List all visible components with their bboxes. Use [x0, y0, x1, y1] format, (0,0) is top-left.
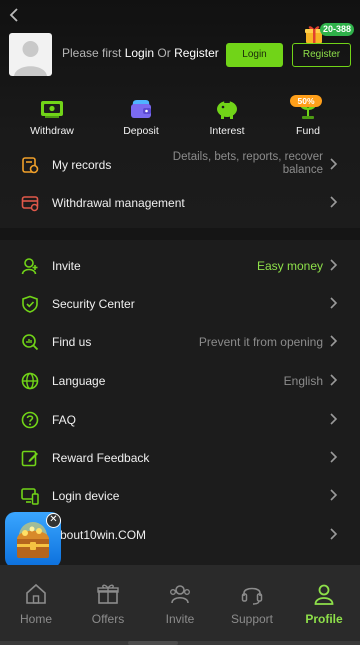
- chevron-right-icon: [329, 488, 339, 502]
- menu-item-label: Withdrawal management: [52, 196, 185, 210]
- login-prompt: Please first Login Or Register: [62, 46, 219, 60]
- tab-offers[interactable]: Offers: [72, 582, 144, 626]
- gift-badge: 20-388: [320, 23, 355, 36]
- withdraw-label: Withdraw: [30, 125, 74, 137]
- treasure-promo-widget[interactable]: ✕: [5, 512, 63, 570]
- tab-label: Offers: [91, 612, 125, 626]
- menu-item-value: English: [283, 374, 323, 388]
- deposit-action[interactable]: Deposit: [106, 98, 176, 137]
- chevron-right-icon: [329, 334, 339, 348]
- avatar[interactable]: [9, 33, 52, 76]
- menu-item-invite[interactable]: Invite Easy money: [0, 247, 360, 285]
- menu-item-label: Reward Feedback: [52, 451, 150, 465]
- withdraw-action[interactable]: Withdraw: [17, 98, 87, 137]
- menu-item-label: Security Center: [52, 297, 135, 311]
- interest-action[interactable]: Interest: [192, 98, 262, 137]
- menu-item-find-us[interactable]: Find us Prevent it from opening: [0, 323, 360, 361]
- menu-item-label: Language: [52, 374, 106, 388]
- menu-item-value: Easy money: [256, 259, 323, 273]
- menu-item-reward-feedback[interactable]: Reward Feedback: [0, 439, 360, 477]
- login-button[interactable]: Login: [226, 43, 283, 67]
- login-link[interactable]: Login: [125, 46, 154, 60]
- menu-item-value-line: Details, bets, reports, recover: [172, 151, 323, 163]
- tab-invite[interactable]: Invite: [144, 582, 216, 626]
- piggy-bank-icon: [214, 98, 240, 120]
- edit-feedback-icon: [21, 449, 39, 467]
- login-prompt-prefix: Please first: [62, 46, 125, 60]
- menu-item-language[interactable]: Language English: [0, 362, 360, 400]
- tab-support[interactable]: Support: [216, 582, 288, 626]
- tab-label: Home: [19, 612, 52, 626]
- menu-item-label: FAQ: [52, 413, 77, 427]
- globe-icon: [21, 372, 39, 390]
- menu-item-value-line: balance: [282, 164, 323, 176]
- menu-item-label: About10win.COM: [52, 528, 147, 542]
- menu-item-withdrawal-management[interactable]: Withdrawal management: [0, 184, 360, 222]
- tab-label: Support: [230, 612, 274, 626]
- chevron-right-icon: [329, 412, 339, 426]
- interest-label: Interest: [209, 125, 245, 137]
- users-icon: [168, 582, 192, 606]
- menu-item-label: My records: [52, 158, 112, 172]
- back-arrow-icon[interactable]: [6, 5, 24, 25]
- register-link[interactable]: Register: [174, 46, 219, 60]
- menu-item-security-center[interactable]: Security Center: [0, 285, 360, 323]
- menu-item-label: Login device: [52, 489, 120, 503]
- chevron-right-icon: [329, 258, 339, 272]
- menu-item-faq[interactable]: FAQ: [0, 401, 360, 439]
- chevron-right-icon: [329, 195, 339, 209]
- tab-profile[interactable]: Profile: [288, 582, 360, 626]
- fund-badge: 50%: [290, 95, 322, 107]
- menu-item-label: Find us: [52, 335, 92, 349]
- chevron-right-icon: [329, 527, 339, 541]
- login-prompt-or: Or: [154, 46, 175, 60]
- shield-icon: [21, 295, 39, 313]
- chevron-right-icon: [329, 450, 339, 464]
- bottom-edge: [0, 641, 360, 645]
- menu-item-value: Prevent it from opening: [198, 335, 323, 349]
- register-button[interactable]: Register: [292, 43, 351, 67]
- wallet-icon: [128, 98, 154, 120]
- gift-box-icon: [96, 582, 120, 606]
- tab-home[interactable]: Home: [0, 582, 72, 626]
- tab-label: Profile: [305, 612, 343, 626]
- tab-label: Invite: [165, 612, 195, 626]
- menu-item-login-device[interactable]: Login device: [0, 477, 360, 515]
- profile-icon: [312, 582, 336, 606]
- chevron-right-icon: [329, 157, 339, 171]
- withdraw-icon: [39, 98, 65, 120]
- home-indicator: [128, 641, 178, 645]
- menu-item-label: Invite: [52, 259, 81, 273]
- deposit-label: Deposit: [123, 125, 159, 137]
- section-divider: [0, 228, 360, 240]
- menu-item-value: Details, bets, reports, recover balance: [173, 151, 323, 177]
- menu-item-my-records[interactable]: My records Details, bets, reports, recov…: [0, 146, 360, 184]
- withdrawal-management-icon: [21, 194, 39, 212]
- headset-icon: [240, 582, 264, 606]
- search-chart-icon: [21, 333, 39, 351]
- bottom-tab-bar: Home Offers Invite Support Profile: [0, 565, 360, 645]
- chevron-right-icon: [329, 296, 339, 310]
- close-icon[interactable]: ✕: [46, 513, 61, 528]
- records-icon: [21, 156, 39, 174]
- chevron-right-icon: [329, 373, 339, 387]
- fund-label: Fund: [296, 125, 320, 137]
- home-icon: [24, 582, 48, 606]
- question-icon: [21, 411, 39, 429]
- invite-user-icon: [21, 257, 39, 275]
- devices-icon: [21, 487, 39, 505]
